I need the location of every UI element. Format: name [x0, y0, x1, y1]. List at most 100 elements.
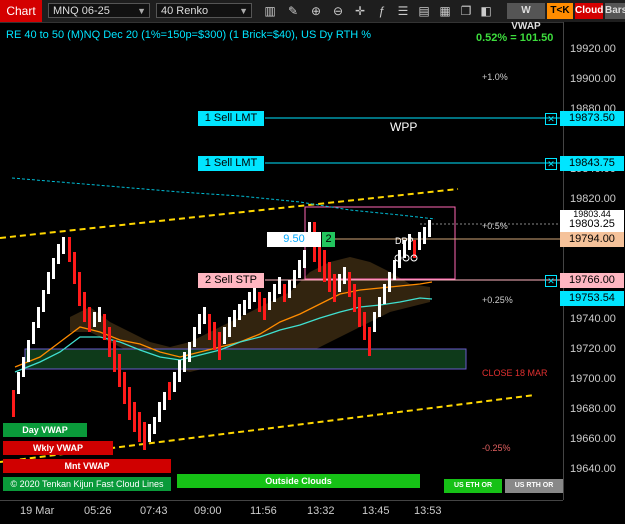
renko-brick	[418, 232, 421, 250]
chart-background	[24, 206, 467, 372]
price-axis[interactable]: 19920.00 19900.00 19880.00 19840.00 1982…	[563, 22, 625, 500]
renko-brick	[42, 290, 45, 312]
renko-brick	[128, 387, 131, 420]
renko-brick	[263, 298, 266, 320]
indicator-icon[interactable]: ƒ	[374, 3, 390, 19]
properties-icon[interactable]: ▦	[437, 3, 453, 19]
time-tick: 19 Mar	[20, 505, 55, 517]
renko-brick	[278, 277, 281, 294]
price-tick: 19700.00	[570, 373, 616, 385]
zoom-out-icon[interactable]: ⊖	[330, 3, 346, 19]
renko-brick	[37, 307, 40, 328]
instrument-selector[interactable]: MNQ 06-25 ▼	[48, 3, 150, 18]
renko-brick	[223, 327, 226, 344]
close-order-icon[interactable]: ✕	[545, 113, 557, 125]
monthly-vwap-label: Mnt VWAP	[3, 459, 171, 473]
renko-brick	[32, 322, 35, 344]
price-tick: 19660.00	[570, 433, 616, 445]
renko-brick	[68, 237, 71, 262]
renko-brick	[198, 314, 201, 334]
renko-brick	[323, 250, 326, 282]
renko-brick	[12, 390, 15, 417]
renko-brick	[22, 357, 25, 377]
us-rth-or-label: US RTH OR	[505, 479, 563, 493]
renko-brick	[183, 352, 186, 372]
renko-brick	[383, 284, 386, 304]
renko-brick	[273, 284, 276, 302]
time-tick: 11:56	[250, 505, 277, 517]
position-qty[interactable]: 2	[322, 232, 335, 247]
renko-brick	[283, 284, 286, 302]
price-tick: 19920.00	[570, 43, 616, 55]
copy-icon[interactable]: ❐	[458, 3, 474, 19]
sell-lmt-order-2[interactable]: 1 Sell LMT	[198, 156, 264, 171]
renko-brick	[27, 340, 30, 362]
renko-brick	[57, 244, 60, 264]
price-tick: 19900.00	[570, 73, 616, 85]
renko-brick	[348, 272, 351, 297]
bars-button[interactable]: Bars	[605, 3, 625, 19]
zoom-in-icon[interactable]: ⊕	[308, 3, 324, 19]
chevron-down-icon: ▼	[239, 6, 248, 16]
renko-brick	[118, 354, 121, 387]
renko-brick	[268, 292, 271, 310]
renko-brick	[333, 274, 336, 302]
renko-brick	[148, 424, 151, 442]
bar-chart-icon[interactable]: ▥	[262, 3, 278, 19]
bar-type-value: 40 Renko	[161, 5, 209, 17]
time-tick: 05:26	[84, 505, 112, 517]
price-tick: 19820.00	[570, 193, 616, 205]
crosshair-icon[interactable]: ✛	[352, 3, 368, 19]
time-axis[interactable]: 19 Mar 05:26 07:43 09:00 11:56 13:32 13:…	[0, 500, 563, 524]
outside-clouds-label: Outside Clouds	[177, 474, 420, 488]
chart-trader-icon[interactable]: ◧	[478, 3, 494, 19]
renko-brick	[248, 292, 251, 309]
renko-brick	[208, 314, 211, 340]
renko-brick	[17, 372, 20, 394]
tk-button[interactable]: T<K	[547, 3, 573, 19]
wpp-label: WPP	[390, 120, 418, 134]
strategy-icon[interactable]: ☰	[395, 3, 411, 19]
renko-brick	[328, 262, 331, 292]
renko-brick	[298, 260, 301, 278]
position-pnl[interactable]: 9.50	[267, 232, 321, 247]
cloud-button[interactable]: Cloud	[575, 3, 603, 19]
sell-lmt-price-tag-2: 19843.75	[560, 156, 624, 171]
day-vwap-label: Day VWAP	[3, 423, 87, 437]
current-price-tag: 19803.25	[560, 217, 624, 232]
time-tick: 07:43	[140, 505, 168, 517]
pencil-icon[interactable]: ✎	[285, 3, 301, 19]
renko-brick	[47, 272, 50, 294]
chart-tab[interactable]: Chart	[0, 0, 42, 22]
stop-price-tag: 19766.00	[560, 273, 624, 288]
template-icon[interactable]: ▤	[416, 3, 432, 19]
renko-brick	[123, 372, 126, 404]
bar-type-selector[interactable]: 40 Renko ▼	[156, 3, 252, 18]
sell-lmt-order-1[interactable]: 1 Sell LMT	[198, 111, 264, 126]
price-tick: 19680.00	[570, 403, 616, 415]
renko-brick	[213, 322, 216, 350]
renko-brick	[52, 258, 55, 279]
close-order-icon[interactable]: ✕	[545, 275, 557, 287]
renko-brick	[243, 300, 246, 315]
time-tick: 09:00	[194, 505, 222, 517]
renko-brick	[108, 327, 111, 357]
lower-price-tag: 19753.54	[560, 291, 624, 306]
wvwap-button[interactable]: W VWAP	[507, 3, 545, 32]
renko-brick	[62, 237, 65, 254]
renko-brick	[368, 327, 371, 356]
renko-brick	[233, 310, 236, 327]
sell-stp-order[interactable]: 2 Sell STP	[198, 273, 264, 288]
renko-brick	[378, 297, 381, 317]
dpp-label: DPP	[395, 236, 414, 246]
plus-half-percent-label: +0.5%	[482, 221, 508, 231]
renko-brick	[288, 280, 291, 298]
renko-brick	[358, 297, 361, 327]
plus-one-percent-label: +1.0%	[482, 72, 508, 82]
renko-brick	[83, 292, 86, 322]
close-order-icon[interactable]: ✕	[545, 158, 557, 170]
renko-brick	[423, 227, 426, 244]
renko-brick	[153, 417, 156, 434]
renko-brick	[293, 270, 296, 288]
price-tick: 19740.00	[570, 313, 616, 325]
